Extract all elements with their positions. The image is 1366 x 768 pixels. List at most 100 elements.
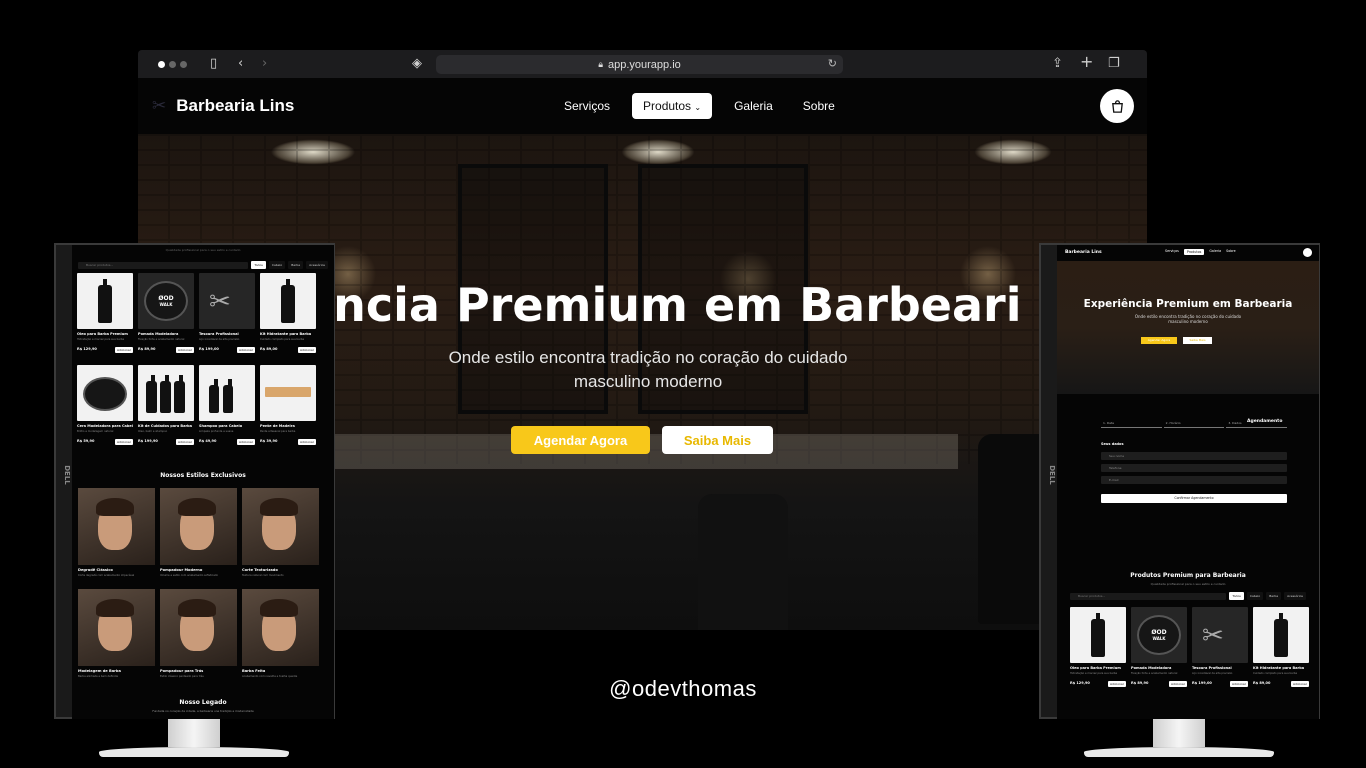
legacy-title: Nosso Legado — [179, 699, 227, 706]
add-to-cart-button[interactable]: Adicionar — [114, 347, 133, 353]
add-to-cart-button[interactable]: Adicionar — [236, 347, 255, 353]
add-to-cart-button[interactable]: Adicionar — [1290, 681, 1309, 687]
add-to-cart-button[interactable]: Adicionar — [1168, 681, 1187, 687]
book-now-button[interactable]: Agendar Agora — [511, 426, 650, 454]
product-card[interactable]: Kit de Cuidados para Barba Óleo, balm e … — [138, 365, 194, 452]
lock-icon: 🔒︎ — [598, 59, 603, 69]
product-card[interactable]: ØOD WALK Pomada Modeladora Fixação forte … — [1131, 607, 1187, 694]
step-2[interactable]: 2. Horário — [1163, 418, 1225, 428]
product-card[interactable]: Óleo para Barba Premium Hidratação e mac… — [1070, 607, 1126, 694]
style-card[interactable]: Barba Feita Acabamento com navalha e toal… — [242, 589, 319, 685]
mini-hero-subtitle: Onde estilo encontra tradição no coração… — [1134, 314, 1242, 324]
forward-icon[interactable]: › — [262, 56, 267, 72]
sidebar-icon[interactable]: ▯ — [210, 56, 217, 72]
product-price: R$ 199,00 — [1192, 681, 1212, 685]
add-to-cart-button[interactable]: Adicionar — [1229, 681, 1248, 687]
name-field[interactable]: Seu nome — [1101, 452, 1287, 460]
barber-chair — [698, 494, 788, 630]
mini-cart-icon[interactable] — [1303, 248, 1312, 257]
product-image: ✂ — [1192, 607, 1248, 663]
learn-more-button[interactable]: Saiba Mais — [662, 426, 773, 454]
style-name: Pompadour Moderno — [160, 568, 203, 572]
product-title: Tesoura Profissional — [199, 332, 239, 336]
product-card[interactable]: ✂ Tesoura Profissional Aço inoxidável de… — [199, 273, 255, 360]
product-price: R$ 129,90 — [77, 347, 97, 351]
style-card[interactable]: Degradê Clássico Corte degradê com acabam… — [78, 488, 155, 584]
product-card[interactable]: Kit Hidratante para Barba Cuidado comple… — [1253, 607, 1309, 694]
chevron-down-icon: ⌄ — [694, 103, 702, 112]
product-card[interactable]: Kit Hidratante para Barba Cuidado comple… — [260, 273, 316, 360]
nav-item-galeria[interactable]: Galeria — [726, 93, 781, 119]
cart-button[interactable] — [1100, 89, 1134, 123]
url-text: app.yourapp.io — [608, 58, 681, 71]
product-card[interactable]: ØOD WALK Pomada Modeladora Fixação forte … — [138, 273, 194, 360]
style-card[interactable]: Corte Texturizado Textura natural com mov… — [242, 488, 319, 584]
mini-filter-barba[interactable]: Barba — [1266, 592, 1282, 600]
new-tab-icon[interactable]: + — [1080, 54, 1093, 70]
add-to-cart-button[interactable]: Adicionar — [175, 347, 194, 353]
browser-toolbar: ▯ ‹ › ◈ 🔒︎ app.yourapp.io ↻ ⇪ + ❐ — [138, 50, 1147, 78]
style-desc: Acabamento com navalha e toalha quente — [242, 675, 298, 678]
add-to-cart-button[interactable]: Adicionar — [297, 439, 316, 445]
product-search-input[interactable]: Buscar produtos... — [78, 261, 249, 269]
filter-acessorios[interactable]: Acessórios — [306, 261, 328, 269]
mini-nav-sobre[interactable]: Sobre — [1226, 249, 1236, 255]
step-1[interactable]: 1. Data — [1101, 418, 1162, 428]
product-desc: Hidratação e maciez para sua barba — [1070, 672, 1118, 675]
filter-barba[interactable]: Barba — [288, 261, 304, 269]
mini-book-button[interactable]: Agendar Agora — [1141, 337, 1177, 344]
mini-products-subtitle: Qualidade profissional para o seu estilo… — [1150, 582, 1226, 586]
product-price: R$ 89,90 — [138, 347, 156, 351]
product-card[interactable]: Pente de Madeira Pente artesanal para ba… — [260, 365, 316, 452]
product-image: ØOD WALK — [138, 273, 194, 329]
filter-cabelo[interactable]: Cabelo — [268, 261, 286, 269]
add-to-cart-button[interactable]: Adicionar — [175, 439, 194, 445]
booking-heading: Agendamento — [1247, 419, 1283, 424]
style-card[interactable]: Modelagem de Barba Barba alinhada e bem d… — [78, 589, 155, 685]
confirm-booking-button[interactable]: Confirmar Agendamento — [1101, 494, 1287, 503]
shield-icon[interactable]: ◈ — [412, 56, 422, 72]
back-icon[interactable]: ‹ — [238, 56, 243, 72]
nav-item-servicos[interactable]: Serviços — [556, 93, 618, 119]
product-card[interactable]: Óleo para Barba Premium Hidratação e mac… — [77, 273, 133, 360]
phone-field[interactable]: Telefone — [1101, 464, 1287, 472]
product-title: Óleo para Barba Premium — [77, 332, 128, 336]
product-price: R$ 89,00 — [1253, 681, 1271, 685]
add-to-cart-button[interactable]: Adicionar — [236, 439, 255, 445]
add-to-cart-button[interactable]: Adicionar — [114, 439, 133, 445]
address-bar[interactable]: 🔒︎ app.yourapp.io ↻ — [436, 55, 843, 74]
mini-filter-cabelo[interactable]: Cabelo — [1246, 592, 1264, 600]
tabs-overview-icon[interactable]: ❐ — [1108, 56, 1120, 72]
product-desc: Brilho e modelagem natural — [77, 430, 114, 433]
product-image — [77, 273, 133, 329]
mini-nav-servicos[interactable]: Serviços — [1165, 249, 1179, 255]
brand-name: Barbearia Lins — [176, 96, 295, 115]
email-field[interactable]: E-mail — [1101, 476, 1287, 484]
monitor-logo: DELL — [1047, 465, 1056, 485]
reload-icon[interactable]: ↻ — [828, 57, 837, 70]
share-icon[interactable]: ⇪ — [1052, 56, 1063, 72]
filter-todos[interactable]: Todos — [251, 261, 266, 269]
product-card[interactable]: Shampoo para Cabelo Limpeza profunda e s… — [199, 365, 255, 452]
style-card[interactable]: Pompadour para Trás Estilo clássico pente… — [160, 589, 237, 685]
mini-brand[interactable]: Barbearia Lins — [1065, 250, 1102, 255]
mini-learn-button[interactable]: Saiba Mais — [1183, 337, 1212, 344]
product-desc: Hidratação e maciez para sua barba — [77, 338, 125, 341]
mini-search-input[interactable]: Buscar produtos... — [1070, 592, 1227, 600]
mini-nav-galeria[interactable]: Galeria — [1209, 249, 1221, 255]
nav-item-sobre[interactable]: Sobre — [795, 93, 843, 119]
window-controls[interactable] — [158, 61, 187, 68]
add-to-cart-button[interactable]: Adicionar — [1107, 681, 1126, 687]
mini-filter-acessorios[interactable]: Acessórios — [1284, 592, 1306, 600]
style-card[interactable]: Pompadour Moderno Volume e estilo com aca… — [160, 488, 237, 584]
product-card[interactable]: ✂ Tesoura Profissional Aço inoxidável de… — [1192, 607, 1248, 694]
nav-item-produtos[interactable]: Produtos ⌄ — [632, 93, 713, 119]
product-card[interactable]: Cera Modeladora para Cabelo Brilho e mod… — [77, 365, 133, 452]
left-monitor-screen: Qualidade profissional para o seu estilo… — [72, 245, 334, 719]
add-to-cart-button[interactable]: Adicionar — [297, 347, 316, 353]
brand[interactable]: ✂ Barbearia Lins — [152, 96, 294, 116]
product-desc: Cuidado completo para sua barba — [1253, 672, 1298, 675]
mini-nav-produtos[interactable]: Produtos — [1183, 249, 1205, 255]
showcase-stage: ▯ ‹ › ◈ 🔒︎ app.yourapp.io ↻ ⇪ + ❐ ✂ Barb… — [0, 0, 1366, 768]
mini-filter-todos[interactable]: Todos — [1229, 592, 1244, 600]
